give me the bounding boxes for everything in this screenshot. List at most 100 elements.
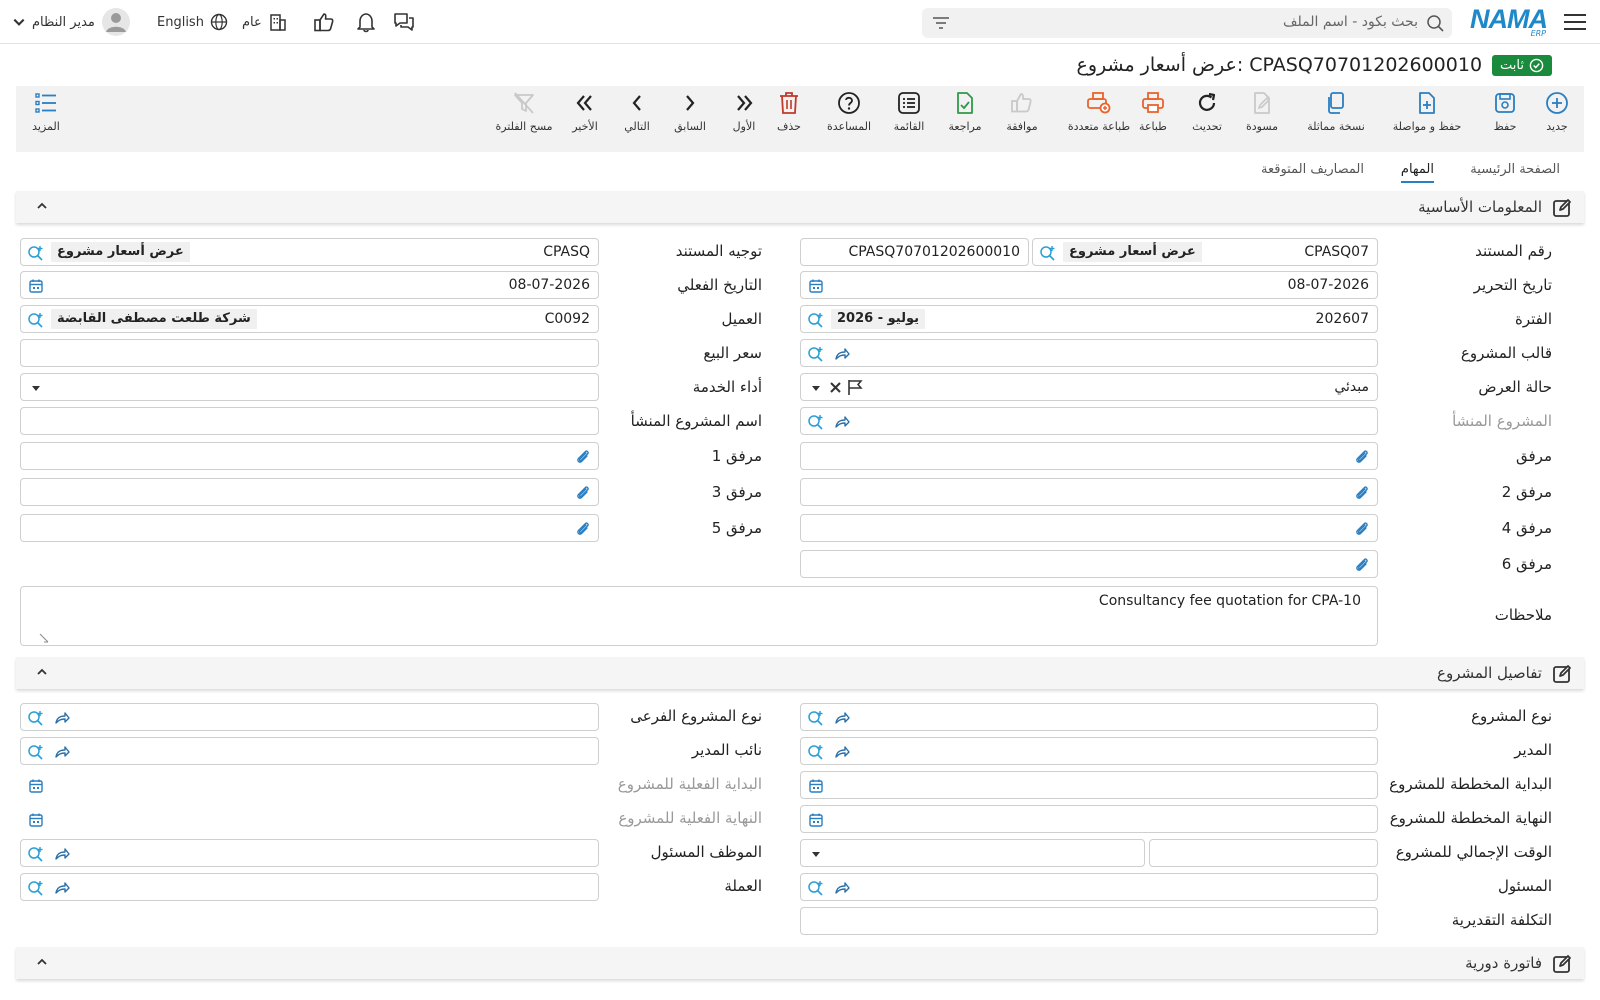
origin-project-field[interactable] bbox=[800, 407, 1378, 435]
project-type-field[interactable] bbox=[800, 703, 1378, 731]
clear-icon[interactable] bbox=[829, 381, 842, 394]
planned-start-field[interactable] bbox=[800, 771, 1378, 799]
share-icon[interactable] bbox=[53, 743, 71, 761]
attach-field[interactable] bbox=[800, 442, 1378, 470]
language-selector[interactable]: English bbox=[157, 0, 228, 44]
paperclip-icon[interactable] bbox=[1353, 556, 1371, 574]
save-continue-button[interactable]: حفظ و مواصلة bbox=[1393, 90, 1461, 146]
doc-number-full-field[interactable]: CPASQ70701202600010 bbox=[800, 238, 1029, 266]
section-recurring-invoice[interactable]: فاتورة دورية bbox=[16, 947, 1584, 979]
lookup-icon[interactable] bbox=[27, 244, 45, 262]
duplicate-button[interactable]: نسخة مماثلة bbox=[1303, 90, 1369, 146]
template-field[interactable] bbox=[800, 339, 1378, 367]
chevron-up-icon[interactable] bbox=[36, 956, 48, 968]
share-icon[interactable] bbox=[53, 879, 71, 897]
tab-tasks[interactable]: المهام bbox=[1400, 162, 1434, 183]
bell-icon[interactable] bbox=[355, 0, 377, 44]
share-icon[interactable] bbox=[53, 845, 71, 863]
total-time-unit-select[interactable] bbox=[800, 839, 1145, 867]
responsible-field[interactable] bbox=[800, 873, 1378, 901]
share-icon[interactable] bbox=[833, 413, 851, 431]
responsible-employee-field[interactable] bbox=[20, 839, 599, 867]
calendar-icon[interactable] bbox=[28, 812, 44, 828]
tab-expected-expenses[interactable]: المصاريف المتوقعة bbox=[1261, 162, 1364, 177]
share-icon[interactable] bbox=[53, 709, 71, 727]
section-project-details[interactable]: تفاصيل المشروع bbox=[16, 657, 1584, 689]
global-search[interactable]: بحث بكود - اسم الملف bbox=[922, 8, 1452, 38]
save-button[interactable]: حفظ bbox=[1472, 90, 1538, 146]
offer-status-select[interactable]: مبدئي bbox=[800, 373, 1378, 401]
lookup-icon[interactable] bbox=[27, 845, 45, 863]
paperclip-icon[interactable] bbox=[574, 484, 592, 502]
resize-handle-icon[interactable] bbox=[39, 633, 49, 643]
share-icon[interactable] bbox=[833, 743, 851, 761]
calendar-icon[interactable] bbox=[808, 278, 824, 294]
paperclip-icon[interactable] bbox=[574, 520, 592, 538]
actual-date-field[interactable]: 08-07-2026 bbox=[20, 271, 599, 299]
attach1-field[interactable] bbox=[20, 442, 599, 470]
lookup-icon[interactable] bbox=[27, 743, 45, 761]
share-icon[interactable] bbox=[833, 709, 851, 727]
service-select[interactable] bbox=[20, 373, 599, 401]
total-time-value-field[interactable] bbox=[1149, 839, 1378, 867]
lookup-icon[interactable] bbox=[27, 709, 45, 727]
tab-home[interactable]: الصفحة الرئيسية bbox=[1470, 162, 1560, 177]
paperclip-icon[interactable] bbox=[1353, 520, 1371, 538]
origin-project-name-field[interactable] bbox=[20, 407, 599, 435]
customer-field[interactable]: C0092 شركة طلعت مصطفى القابضة bbox=[20, 305, 599, 333]
currency-field[interactable] bbox=[20, 873, 599, 901]
lookup-icon[interactable] bbox=[807, 743, 825, 761]
sale-price-field[interactable] bbox=[20, 339, 599, 367]
lookup-icon[interactable] bbox=[27, 879, 45, 897]
caret-down-icon[interactable] bbox=[811, 849, 821, 859]
share-icon[interactable] bbox=[833, 345, 851, 363]
period-field[interactable]: 202607 2026 - يوليو bbox=[800, 305, 1378, 333]
calendar-icon[interactable] bbox=[28, 278, 44, 294]
deputy-manager-field[interactable] bbox=[20, 737, 599, 765]
clear-filter-button[interactable]: مسح الفلترة bbox=[487, 90, 561, 146]
section-basic-info[interactable]: المعلومات الأساسية bbox=[16, 191, 1584, 223]
paperclip-icon[interactable] bbox=[1353, 448, 1371, 466]
multi-print-button[interactable]: طباعة متعددة bbox=[1054, 90, 1144, 146]
doc-direction-field[interactable]: CPASQ عرض أسعار مشروع bbox=[20, 238, 599, 266]
calendar-icon[interactable] bbox=[808, 812, 824, 828]
calendar-icon[interactable] bbox=[808, 778, 824, 794]
filter-icon[interactable] bbox=[932, 16, 950, 30]
approve-button[interactable]: موافقة bbox=[989, 90, 1055, 146]
attach6-field[interactable] bbox=[800, 550, 1378, 578]
lookup-icon[interactable] bbox=[807, 413, 825, 431]
thumbs-up-icon[interactable] bbox=[313, 0, 335, 44]
lookup-icon[interactable] bbox=[1039, 244, 1057, 262]
notes-textarea[interactable]: Consultancy fee quotation for CPA-10 bbox=[20, 586, 1378, 646]
lookup-icon[interactable] bbox=[807, 311, 825, 329]
manager-field[interactable] bbox=[800, 737, 1378, 765]
last-button[interactable]: الأخير bbox=[552, 90, 618, 146]
app-logo[interactable]: NAMA ERP bbox=[1470, 5, 1552, 38]
paperclip-icon[interactable] bbox=[1353, 484, 1371, 502]
share-icon[interactable] bbox=[833, 879, 851, 897]
attach3-field[interactable] bbox=[20, 478, 599, 506]
attach2-field[interactable] bbox=[800, 478, 1378, 506]
doc-number-field[interactable]: CPASQ07 عرض أسعار مشروع bbox=[1032, 238, 1378, 266]
calendar-icon[interactable] bbox=[28, 778, 44, 794]
chat-icon[interactable] bbox=[392, 0, 416, 44]
lookup-icon[interactable] bbox=[27, 311, 45, 329]
lookup-icon[interactable] bbox=[807, 709, 825, 727]
estimated-cost-field[interactable] bbox=[800, 907, 1378, 935]
chevron-up-icon[interactable] bbox=[36, 200, 48, 212]
more-button[interactable]: المزيد bbox=[13, 90, 79, 146]
lookup-icon[interactable] bbox=[807, 879, 825, 897]
attach4-field[interactable] bbox=[800, 514, 1378, 542]
branch-selector[interactable]: عام bbox=[242, 0, 288, 44]
attach5-field[interactable] bbox=[20, 514, 599, 542]
planned-end-field[interactable] bbox=[800, 805, 1378, 833]
help-button[interactable]: المساعدة bbox=[816, 90, 882, 146]
project-subtype-field[interactable] bbox=[20, 703, 599, 731]
list-button[interactable]: القائمة bbox=[876, 90, 942, 146]
lookup-icon[interactable] bbox=[807, 345, 825, 363]
menu-icon[interactable] bbox=[1564, 11, 1586, 31]
edit-date-field[interactable]: 08-07-2026 bbox=[800, 271, 1378, 299]
paperclip-icon[interactable] bbox=[574, 448, 592, 466]
user-menu[interactable]: مدير النظام bbox=[12, 0, 131, 44]
chevron-up-icon[interactable] bbox=[36, 666, 48, 678]
